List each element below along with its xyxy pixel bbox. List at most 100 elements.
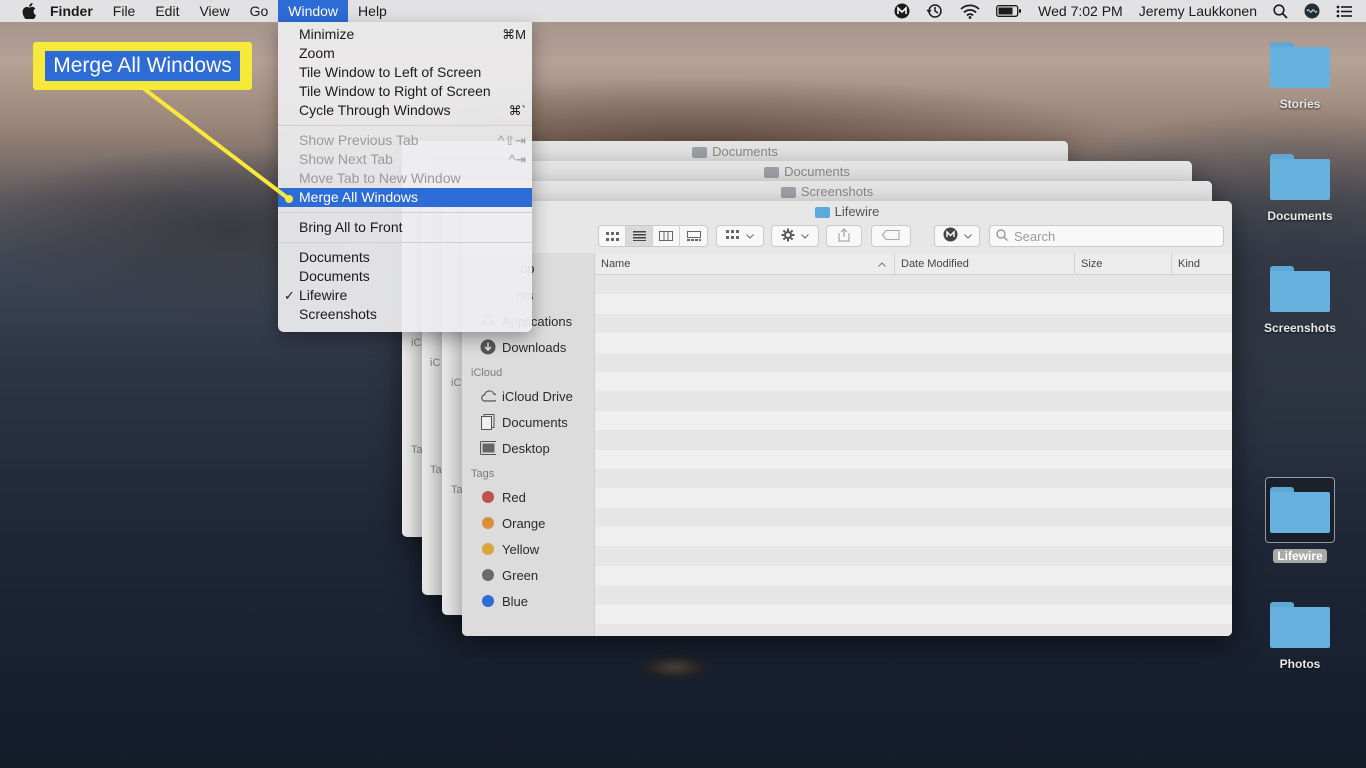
m-extension-button[interactable] [934,225,980,247]
menu-bar: Finder File Edit View Go Window Help Wed… [0,0,1366,22]
menu-item-minimize[interactable]: Minimize ⌘M [278,25,532,44]
sidebar-stub-icloud: iC [451,377,462,389]
menu-item-merge-all-windows[interactable]: Merge All Windows [278,188,532,207]
apple-icon[interactable] [18,0,40,22]
menu-item-window-documents-1[interactable]: Documents [278,248,532,267]
desktop-icon-documents[interactable]: Documents [1255,150,1345,223]
menu-item-label: Tile Window to Left of Screen [299,64,482,80]
column-view-button[interactable] [653,226,680,246]
gallery-view-button[interactable] [680,226,707,246]
menu-help[interactable]: Help [348,0,397,22]
view-mode-segmented[interactable] [598,225,708,247]
notification-center-icon[interactable] [1336,5,1352,18]
sidebar-tag-blue[interactable]: Blue [462,588,594,614]
checkmark-icon: ✓ [284,288,295,303]
window-title: Documents [712,143,778,159]
menu-window[interactable]: Window [278,0,349,22]
menu-item-window-documents-2[interactable]: Documents [278,267,532,286]
folder-icon [692,146,708,158]
siri-icon[interactable] [1304,3,1320,19]
list-view-button[interactable] [626,226,653,246]
sidebar-item-label: Green [502,567,539,583]
menu-item-label: Screenshots [299,306,377,322]
desktop-icon-screenshots[interactable]: Screenshots [1255,262,1345,335]
sidebar-tag-yellow[interactable]: Yellow [462,536,594,562]
menu-separator [278,242,532,243]
menu-item-window-lifewire[interactable]: ✓ Lifewire [278,286,532,305]
tag-dot-icon [482,517,494,529]
menu-item-bring-all-to-front[interactable]: Bring All to Front [278,218,532,237]
menu-file[interactable]: File [103,0,146,22]
empty-row [595,546,1232,566]
menu-item-label: Merge All Windows [299,189,419,205]
empty-row [595,430,1232,450]
menu-item-cycle-windows[interactable]: Cycle Through Windows ⌘` [278,101,532,120]
action-button[interactable] [771,225,819,247]
empty-row [595,410,1232,431]
menu-item-zoom[interactable]: Zoom [278,44,532,63]
wallpaper-islet [640,654,710,680]
time-machine-icon[interactable] [926,3,944,19]
menu-item-label: Move Tab to New Window [299,170,461,186]
spotlight-icon[interactable] [1273,3,1288,19]
desktop-icon-lifewire[interactable]: Lifewire [1255,477,1345,563]
battery-icon[interactable] [996,5,1022,17]
tag-icon [881,229,900,243]
column-header-size[interactable]: Size [1075,253,1172,275]
menu-extras: Wed 7:02 PM Jeremy Laukkonen [878,0,1366,22]
m-status-icon[interactable] [894,3,910,19]
menu-edit[interactable]: Edit [145,0,189,22]
window-title: Documents [784,163,850,179]
empty-row [595,449,1232,469]
sidebar-tag-red[interactable]: Red [462,484,594,510]
file-list[interactable]: Name Date Modified Size Kind [595,253,1232,636]
window-titlebar[interactable]: Documents [422,161,1192,181]
sidebar-item-downloads[interactable]: Downloads [462,334,594,360]
menu-app-finder[interactable]: Finder [40,0,103,22]
desktop-icon-label: Documents [1267,209,1333,223]
menu-item-tile-left[interactable]: Tile Window to Left of Screen [278,63,532,82]
folder-icon [1270,154,1330,200]
wifi-icon[interactable] [960,4,980,19]
sidebar-item-label: Downloads [502,339,567,355]
icon-view-button[interactable] [599,226,626,246]
column-header-date-modified[interactable]: Date Modified [895,253,1075,275]
sidebar-item-label: Red [502,489,526,505]
empty-row [595,313,1232,334]
empty-row [595,624,1232,636]
search-icon [996,228,1009,244]
folder-icon [1270,42,1330,88]
sidebar-tag-green[interactable]: Green [462,562,594,588]
menu-view[interactable]: View [189,0,239,22]
tag-dot-icon [482,595,494,607]
empty-row [595,333,1232,353]
menu-go[interactable]: Go [240,0,279,22]
cloud-icon [480,388,496,404]
window-titlebar[interactable]: Screenshots [442,181,1212,201]
desktop-icon-stories[interactable]: Stories [1255,38,1345,111]
sidebar-item-icloud-drive[interactable]: iCloud Drive [462,383,594,409]
tag-button[interactable] [871,225,911,247]
search-field[interactable] [989,225,1224,247]
menubar-user[interactable]: Jeremy Laukkonen [1139,3,1257,19]
menu-item-label: Show Next Tab [299,151,393,167]
sidebar-tag-orange[interactable]: Orange [462,510,594,536]
documents-icon [480,414,496,430]
column-header-kind[interactable]: Kind [1172,253,1232,275]
desktop-icon-photos[interactable]: Photos [1255,598,1345,671]
menu-item-tile-right[interactable]: Tile Window to Right of Screen [278,82,532,101]
sidebar-item-documents[interactable]: Documents [462,409,594,435]
menu-item-window-screenshots[interactable]: Screenshots [278,305,532,324]
window-titlebar[interactable]: Lifewire [462,201,1232,221]
sidebar-item-desktop[interactable]: Desktop [462,435,594,461]
sidebar-item-label: Orange [502,515,546,531]
share-button[interactable] [826,225,862,247]
menu-item-label: Zoom [299,45,335,61]
column-header-name[interactable]: Name [595,253,895,275]
menu-item-label: Show Previous Tab [299,132,419,148]
search-input[interactable] [1014,228,1214,244]
empty-row [595,294,1232,314]
menubar-clock[interactable]: Wed 7:02 PM [1038,3,1123,19]
group-by-button[interactable] [716,225,764,247]
finder-window-lifewire[interactable]: Lifewire Search Applications Downloads i… [462,201,1232,636]
